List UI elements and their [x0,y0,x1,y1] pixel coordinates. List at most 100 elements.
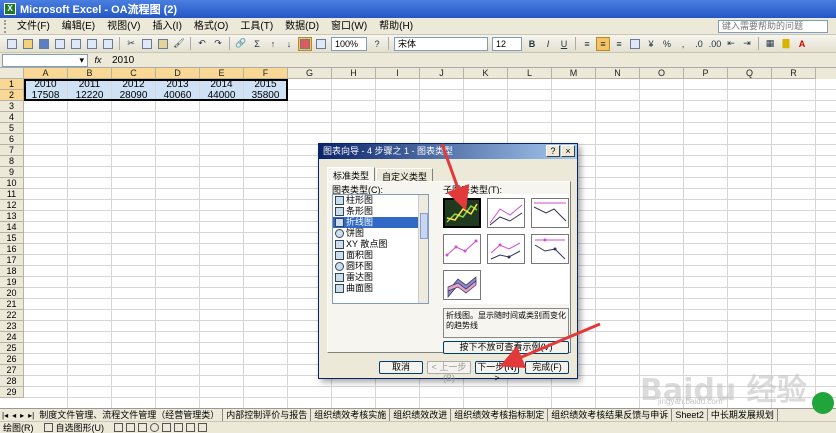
row-header-10[interactable]: 10 [0,178,24,189]
autosum-icon[interactable]: Σ [250,37,264,51]
column-header-i[interactable]: I [376,68,420,79]
sort-asc-icon[interactable]: ↑ [266,37,280,51]
row-header-22[interactable]: 22 [0,310,24,321]
dialog-title-bar[interactable]: 图表向导 - 4 步骤之 1 - 图表类型 ? × [319,144,577,159]
list-item[interactable]: XY 散点图 [333,239,428,250]
hyperlink-icon[interactable]: 🔗 [234,37,248,51]
underline-button[interactable]: U [557,37,571,51]
line-icon[interactable] [114,423,123,432]
save-icon[interactable] [37,37,51,51]
row-header-17[interactable]: 17 [0,255,24,266]
prev-step-button[interactable]: < 上一步(B) [427,361,471,383]
arrow-icon[interactable] [126,423,135,432]
list-scrollbar[interactable] [418,195,428,303]
column-header-h[interactable]: H [332,68,376,79]
menu-data[interactable]: 数据(D) [279,18,325,35]
row-header-23[interactable]: 23 [0,321,24,332]
print-preview-icon[interactable] [85,37,99,51]
list-item[interactable]: 饼图 [333,228,428,239]
copy-icon[interactable] [140,37,154,51]
column-header-q[interactable]: Q [728,68,772,79]
borders-icon[interactable]: ▦ [763,37,777,51]
menu-help[interactable]: 帮助(H) [373,18,419,35]
column-header-d[interactable]: D [156,68,200,79]
paste-icon[interactable] [156,37,170,51]
finish-button[interactable]: 完成(F) [525,361,569,374]
help-icon[interactable]: ? [370,37,384,51]
menu-insert[interactable]: 插入(I) [146,18,187,35]
percent-button[interactable]: % [660,37,674,51]
row-header-26[interactable]: 26 [0,354,24,365]
cut-icon[interactable]: ✂ [124,37,138,51]
row-header-19[interactable]: 19 [0,277,24,288]
open-icon[interactable] [21,37,35,51]
row-header-4[interactable]: 4 [0,112,24,123]
fill-color-icon[interactable]: ▇ [779,37,793,51]
align-left-icon[interactable]: ≡ [580,37,594,51]
subtype-line-markers-icon[interactable] [443,234,481,264]
list-item[interactable]: 条形图 [333,206,428,217]
select-objects-icon[interactable] [43,423,53,432]
row-header-5[interactable]: 5 [0,123,24,134]
column-header-k[interactable]: K [464,68,508,79]
row-header-25[interactable]: 25 [0,343,24,354]
merge-center-icon[interactable] [628,37,642,51]
name-box[interactable]: ▾ [2,53,88,67]
row-header-21[interactable]: 21 [0,299,24,310]
bold-button[interactable]: B [525,37,539,51]
column-header-p[interactable]: P [684,68,728,79]
subtype-percent-line-icon[interactable] [531,198,569,228]
row-header-6[interactable]: 6 [0,134,24,145]
currency-icon[interactable]: ¥ [644,37,658,51]
drawing-icon[interactable] [314,37,328,51]
subtype-line-icon[interactable] [443,198,481,228]
chart-wizard-icon[interactable] [298,36,312,51]
autoshapes-menu[interactable]: 自选图形(U) [56,421,105,433]
next-step-button[interactable]: 下一步(N) > [475,361,519,383]
menu-edit[interactable]: 编辑(E) [56,18,101,35]
column-header-n[interactable]: N [596,68,640,79]
row-header-13[interactable]: 13 [0,211,24,222]
decrease-decimal-icon[interactable]: .00 [708,37,722,51]
row-header-20[interactable]: 20 [0,288,24,299]
permission-icon[interactable] [53,37,67,51]
undo-icon[interactable]: ↶ [195,37,209,51]
row-header-12[interactable]: 12 [0,200,24,211]
subtype-stacked-markers-icon[interactable] [487,234,525,264]
italic-button[interactable]: I [541,37,555,51]
row-header-7[interactable]: 7 [0,145,24,156]
clipart-icon[interactable] [186,423,195,432]
tab-next-icon[interactable]: ▸ [18,411,26,420]
list-item[interactable]: 雷达图 [333,272,428,283]
row-header-1[interactable]: 1 [0,79,24,90]
column-header-e[interactable]: E [200,68,244,79]
column-header-f[interactable]: F [244,68,288,79]
sheet-tab[interactable]: 内部控制评价与报告 [223,409,312,421]
dialog-close-button[interactable]: × [561,145,575,157]
tab-first-icon[interactable]: |◂ [0,411,10,420]
select-all-corner[interactable] [0,68,24,79]
print-icon[interactable] [69,37,83,51]
increase-indent-icon[interactable]: ⇥ [740,37,754,51]
row-header-18[interactable]: 18 [0,266,24,277]
comma-icon[interactable]: , [676,37,690,51]
formula-input[interactable]: 2010 [108,55,134,66]
row-header-3[interactable]: 3 [0,101,24,112]
spelling-icon[interactable] [101,37,115,51]
menu-view[interactable]: 视图(V) [101,18,146,35]
row-header-27[interactable]: 27 [0,365,24,376]
column-header-b[interactable]: B [68,68,112,79]
column-header-g[interactable]: G [288,68,332,79]
fx-icon[interactable]: fx [88,55,108,65]
tab-prev-icon[interactable]: ◂ [10,411,18,420]
column-header-m[interactable]: M [552,68,596,79]
list-item[interactable]: 折线图 [333,217,428,228]
wordart-icon[interactable] [174,423,183,432]
help-search-input[interactable]: 键入需要帮助的问题 [718,20,828,33]
dialog-help-button[interactable]: ? [546,145,560,157]
menu-file[interactable]: 文件(F) [11,18,56,35]
tab-last-icon[interactable]: ▸| [26,411,36,420]
sheet-tab[interactable]: 组织绩效考核指标制定 [451,409,549,421]
picture-icon[interactable] [198,423,207,432]
draw-menu[interactable]: 绘图(R) [3,421,34,433]
